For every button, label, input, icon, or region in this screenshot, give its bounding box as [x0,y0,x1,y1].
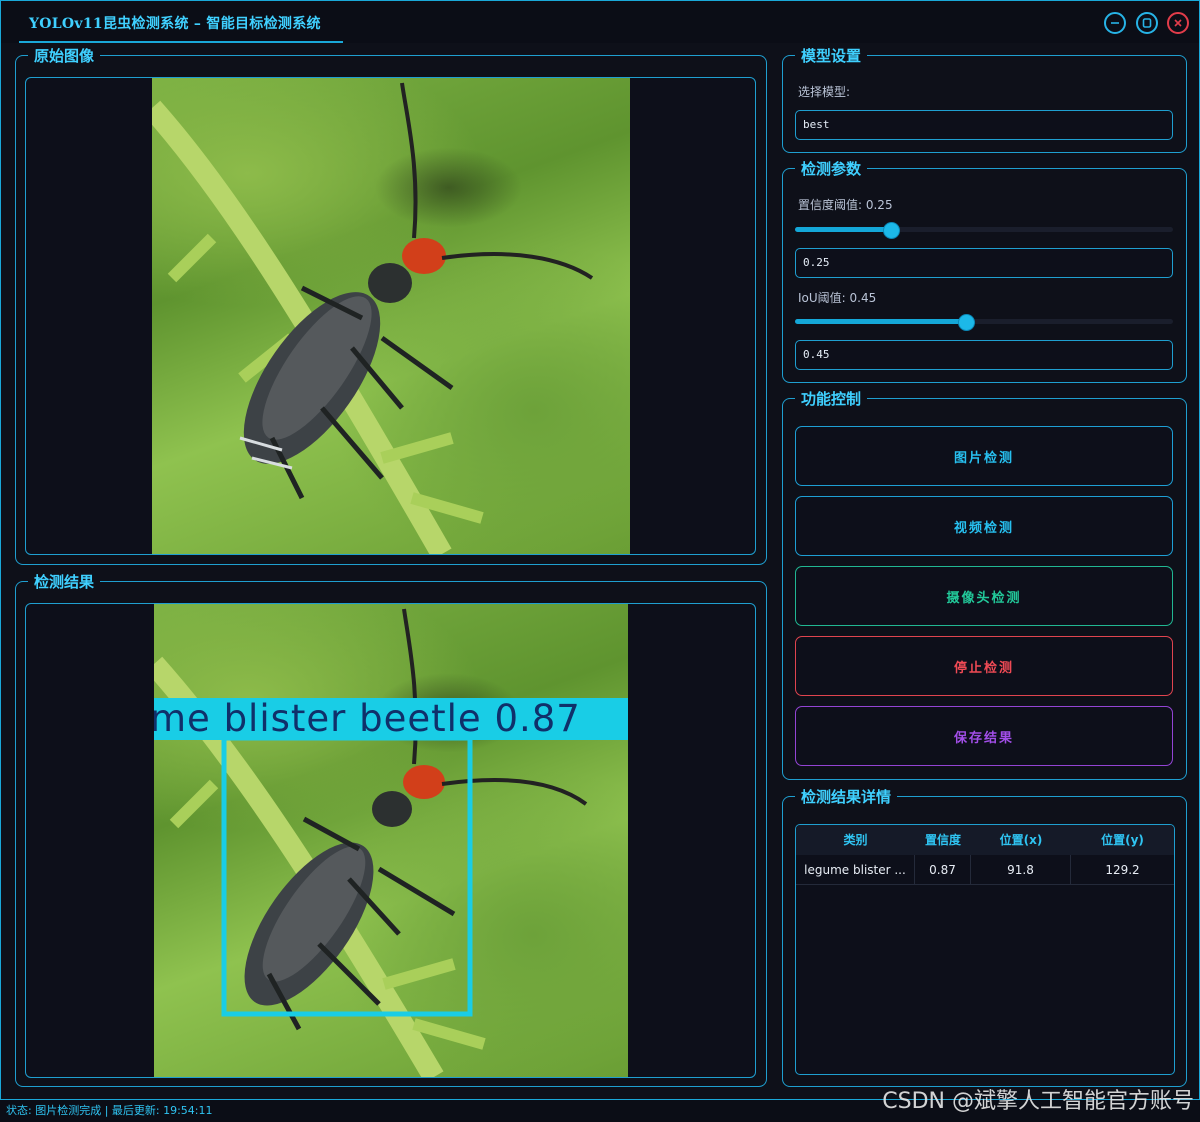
maximize-button[interactable] [1136,12,1158,34]
maximize-icon [1142,18,1152,28]
result-beetle-image: me blister beetle 0.87 [154,604,628,1077]
app-window: YOLOv11昆虫检测系统 – 智能目标检测系统 原始图像 检测结果 me bl… [0,0,1200,1100]
cell-class: legume blister ... [796,855,915,885]
confidence-slider-handle[interactable] [883,222,900,239]
watermark: CSDN @斌擎人工智能官方账号 [882,1089,1194,1114]
video-detect-button[interactable]: 视频检测 [795,496,1173,556]
window-title: YOLOv11昆虫检测系统 – 智能目标检测系统 [29,16,321,32]
camera-detect-button[interactable]: 摄像头检测 [795,566,1173,626]
cell-x: 91.8 [971,855,1071,885]
save-result-button[interactable]: 保存结果 [795,706,1173,766]
original-image-viewport [25,77,756,555]
close-button[interactable] [1167,12,1189,34]
stop-detect-button[interactable]: 停止检测 [795,636,1173,696]
detection-result-group: 检测结果 me blister beetle 0.87 [15,572,767,1087]
detection-result-viewport: me blister beetle 0.87 [25,603,756,1078]
original-beetle-image [152,78,630,554]
beetle-illustration-result [154,608,628,1077]
column-header-class[interactable]: 类别 [796,825,915,855]
title-underline [19,41,343,43]
image-detect-button[interactable]: 图片检测 [795,426,1173,486]
confidence-threshold-label: 置信度阈值: 0.25 [798,198,893,212]
results-table: 类别 置信度 位置(x) 位置(y) legume blister ... 0.… [795,824,1175,1075]
column-header-confidence[interactable]: 置信度 [915,825,971,855]
minimize-icon [1111,22,1119,24]
iou-slider-fill [795,319,965,324]
model-settings-label: 模型设置 [795,46,868,66]
column-header-y[interactable]: 位置(y) [1071,825,1174,855]
cell-y: 129.2 [1071,855,1174,885]
minimize-button[interactable] [1104,12,1126,34]
confidence-input[interactable]: 0.25 [795,248,1173,278]
beetle-illustration [152,82,594,554]
detection-details-label: 检测结果详情 [795,787,898,807]
original-image-group: 原始图像 [15,46,767,565]
title-bar[interactable]: YOLOv11昆虫检测系统 – 智能目标检测系统 [1,1,1199,43]
model-select[interactable]: best [795,110,1173,140]
confidence-slider[interactable] [795,222,1173,239]
table-header: 类别 置信度 位置(x) 位置(y) [796,825,1174,855]
iou-input[interactable]: 0.45 [795,340,1173,370]
detection-result-label: 检测结果 [28,572,101,592]
iou-slider[interactable] [795,314,1173,331]
iou-threshold-label: IoU阈值: 0.45 [798,291,877,305]
cell-confidence: 0.87 [915,855,971,885]
select-model-label: 选择模型: [798,85,851,99]
function-controls-label: 功能控制 [795,389,868,409]
original-image-label: 原始图像 [28,46,101,66]
bounding-box-label: me blister beetle 0.87 [154,697,581,740]
column-header-x[interactable]: 位置(x) [971,825,1071,855]
detection-params-label: 检测参数 [795,159,868,179]
iou-slider-handle[interactable] [958,314,975,331]
confidence-slider-fill [795,227,890,232]
close-icon [1174,19,1182,27]
